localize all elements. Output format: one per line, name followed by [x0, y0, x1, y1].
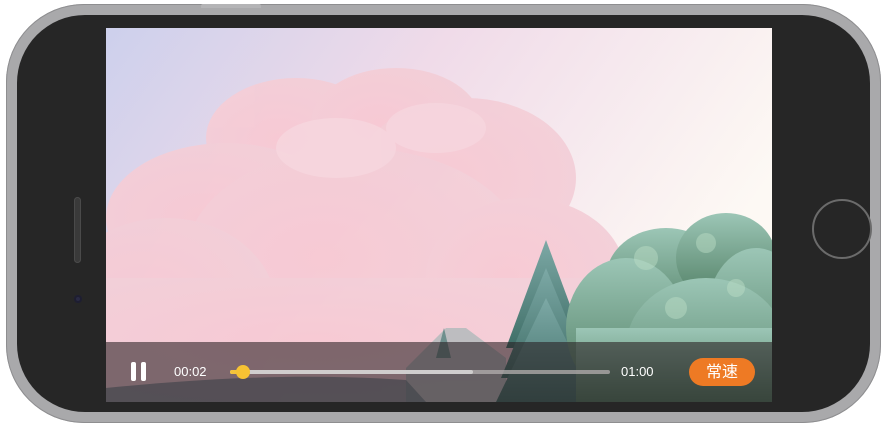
phone-side-button: [201, 4, 261, 8]
pause-icon-bar: [141, 362, 146, 381]
video-screen[interactable]: 00:02 01:00 常速: [106, 28, 772, 402]
current-time: 00:02: [174, 364, 207, 379]
pause-button[interactable]: [128, 362, 150, 382]
total-time: 01:00: [621, 364, 654, 379]
home-button[interactable]: [812, 199, 872, 259]
phone-camera: [74, 295, 82, 303]
buffered-bar: [230, 370, 474, 374]
phone-frame: 00:02 01:00 常速: [6, 4, 881, 423]
progress-track[interactable]: [230, 365, 610, 379]
playback-speed-button[interactable]: 常速: [689, 358, 755, 386]
pause-icon: [131, 362, 136, 381]
player-control-bar: 00:02 01:00 常速: [106, 342, 772, 402]
progress-thumb[interactable]: [236, 365, 251, 379]
phone-speaker: [74, 197, 81, 263]
